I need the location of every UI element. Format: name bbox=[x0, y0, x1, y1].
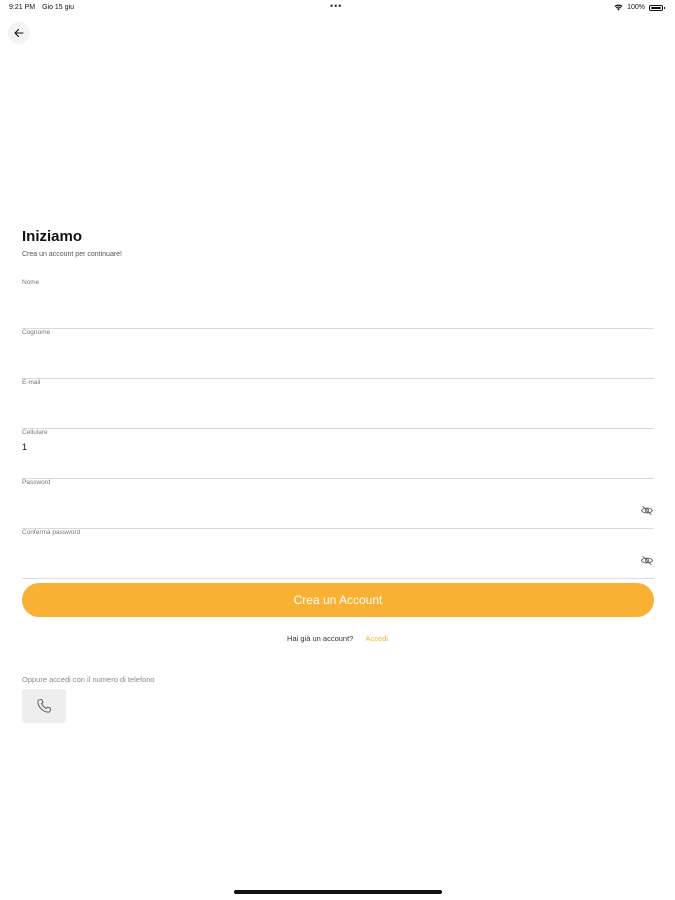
mobile-input[interactable] bbox=[22, 442, 622, 452]
confirm-password-input[interactable] bbox=[22, 542, 622, 552]
email-label: E-mail bbox=[22, 379, 41, 386]
password-field[interactable]: Password bbox=[22, 479, 654, 529]
last-name-input[interactable] bbox=[22, 342, 622, 352]
eye-off-icon[interactable] bbox=[640, 505, 654, 516]
phone-login-button[interactable] bbox=[22, 689, 66, 723]
first-name-label: Nome bbox=[22, 279, 40, 286]
status-right: 100% bbox=[614, 4, 665, 11]
email-field[interactable]: E-mail bbox=[22, 379, 654, 429]
first-name-field[interactable]: Nome bbox=[22, 279, 654, 329]
status-bar: 9:21 PM Gio 15 giu ••• 100% bbox=[0, 0, 675, 16]
login-question: Hai già un account? bbox=[287, 634, 354, 643]
status-time: 9:21 PM bbox=[9, 4, 36, 11]
phone-icon bbox=[37, 699, 51, 713]
create-account-button[interactable]: Crea un Account bbox=[22, 583, 654, 617]
arrow-left-icon bbox=[14, 28, 24, 38]
alt-login-text: Oppure accedi con il numero di telefono bbox=[22, 675, 155, 684]
password-input[interactable] bbox=[22, 492, 622, 502]
confirm-password-label: Conferma password bbox=[22, 529, 81, 536]
eye-off-icon[interactable] bbox=[640, 555, 654, 566]
status-left: 9:21 PM Gio 15 giu bbox=[9, 4, 74, 11]
mobile-field[interactable]: Cellulare bbox=[22, 429, 654, 479]
wifi-icon bbox=[614, 4, 623, 11]
password-label: Password bbox=[22, 479, 51, 486]
last-name-field[interactable]: Cognome bbox=[22, 329, 654, 379]
page-title: Iniziamo bbox=[22, 228, 83, 245]
battery-icon bbox=[649, 4, 665, 11]
login-link[interactable]: Accedi bbox=[365, 634, 388, 643]
mobile-label: Cellulare bbox=[22, 429, 48, 436]
login-row: Hai già un account? Accedi bbox=[0, 634, 675, 643]
status-date: Gio 15 giu bbox=[42, 4, 74, 11]
email-input[interactable] bbox=[22, 392, 622, 402]
last-name-label: Cognome bbox=[22, 329, 51, 336]
home-indicator[interactable] bbox=[234, 890, 442, 894]
page-subtitle: Crea un account per continuare! bbox=[22, 251, 123, 258]
multitasking-dots[interactable]: ••• bbox=[330, 1, 342, 11]
signup-screen: 9:21 PM Gio 15 giu ••• 100% Iniziamo Cre… bbox=[0, 0, 675, 900]
first-name-input[interactable] bbox=[22, 292, 622, 302]
confirm-password-field[interactable]: Conferma password bbox=[22, 529, 654, 579]
battery-percent: 100% bbox=[627, 4, 645, 11]
back-button[interactable] bbox=[8, 22, 30, 44]
